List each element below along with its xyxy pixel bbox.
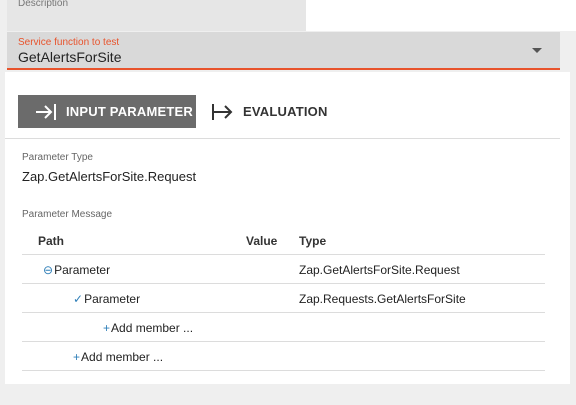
path-cell: Parameter [54,263,111,277]
parameter-message-label: Parameter Message [22,209,113,220]
add-member-link[interactable]: +Add member ... [73,350,163,364]
tree-node-parameter-child[interactable]: ✓Parameter [73,292,140,306]
description-label: Description [18,0,69,9]
parameter-type-label: Parameter Type [22,152,93,163]
add-member-label: Add member ... [111,321,194,335]
tab-bar: INPUT PARAMETER EVALUATION [5,72,560,139]
add-member-link[interactable]: +Add member ... [103,321,193,335]
column-value-header: Value [246,234,278,248]
service-function-value: GetAlertsForSite [18,49,122,65]
table-header: Path Value Type [22,226,545,255]
add-member-label: Add member ... [81,350,164,364]
collapse-icon[interactable]: ⊖ [43,263,53,277]
table-row[interactable]: +Add member ... [22,342,545,371]
column-type-header: Type [299,234,327,248]
tree-node-parameter[interactable]: ⊖Parameter [43,263,110,277]
parameter-message-table: Path Value Type ⊖Parameter Zap.GetAlerts… [22,226,545,371]
dropdown-caret-icon[interactable] [532,48,542,53]
main-panel: INPUT PARAMETER EVALUATION Parameter Typ… [5,72,570,384]
column-path-header: Path [38,234,65,248]
arrow-from-line-icon [211,103,233,121]
plus-icon: + [103,321,111,335]
tab-input-parameter[interactable]: INPUT PARAMETER [18,95,196,128]
parameter-type-value: Zap.GetAlertsForSite.Request [22,169,197,184]
tab-input-parameter-label: INPUT PARAMETER [66,104,193,119]
tab-evaluation[interactable]: EVALUATION [211,95,328,128]
description-field[interactable]: Description [7,0,306,31]
arrow-to-line-icon [35,103,57,121]
path-cell: Parameter [84,292,141,306]
table-row[interactable]: +Add member ... [22,313,545,342]
table-row[interactable]: ⊖Parameter Zap.GetAlertsForSite.Request [22,255,545,284]
plus-icon: + [73,350,81,364]
service-function-select[interactable]: Service function to test GetAlertsForSit… [7,32,560,70]
check-icon: ✓ [73,292,84,306]
blank-area [306,0,576,31]
table-row[interactable]: ✓Parameter Zap.Requests.GetAlertsForSite [22,284,545,313]
type-cell: Zap.GetAlertsForSite.Request [299,263,460,277]
type-cell: Zap.Requests.GetAlertsForSite [299,292,466,306]
tab-evaluation-label: EVALUATION [243,104,328,119]
service-function-label: Service function to test [18,37,120,48]
